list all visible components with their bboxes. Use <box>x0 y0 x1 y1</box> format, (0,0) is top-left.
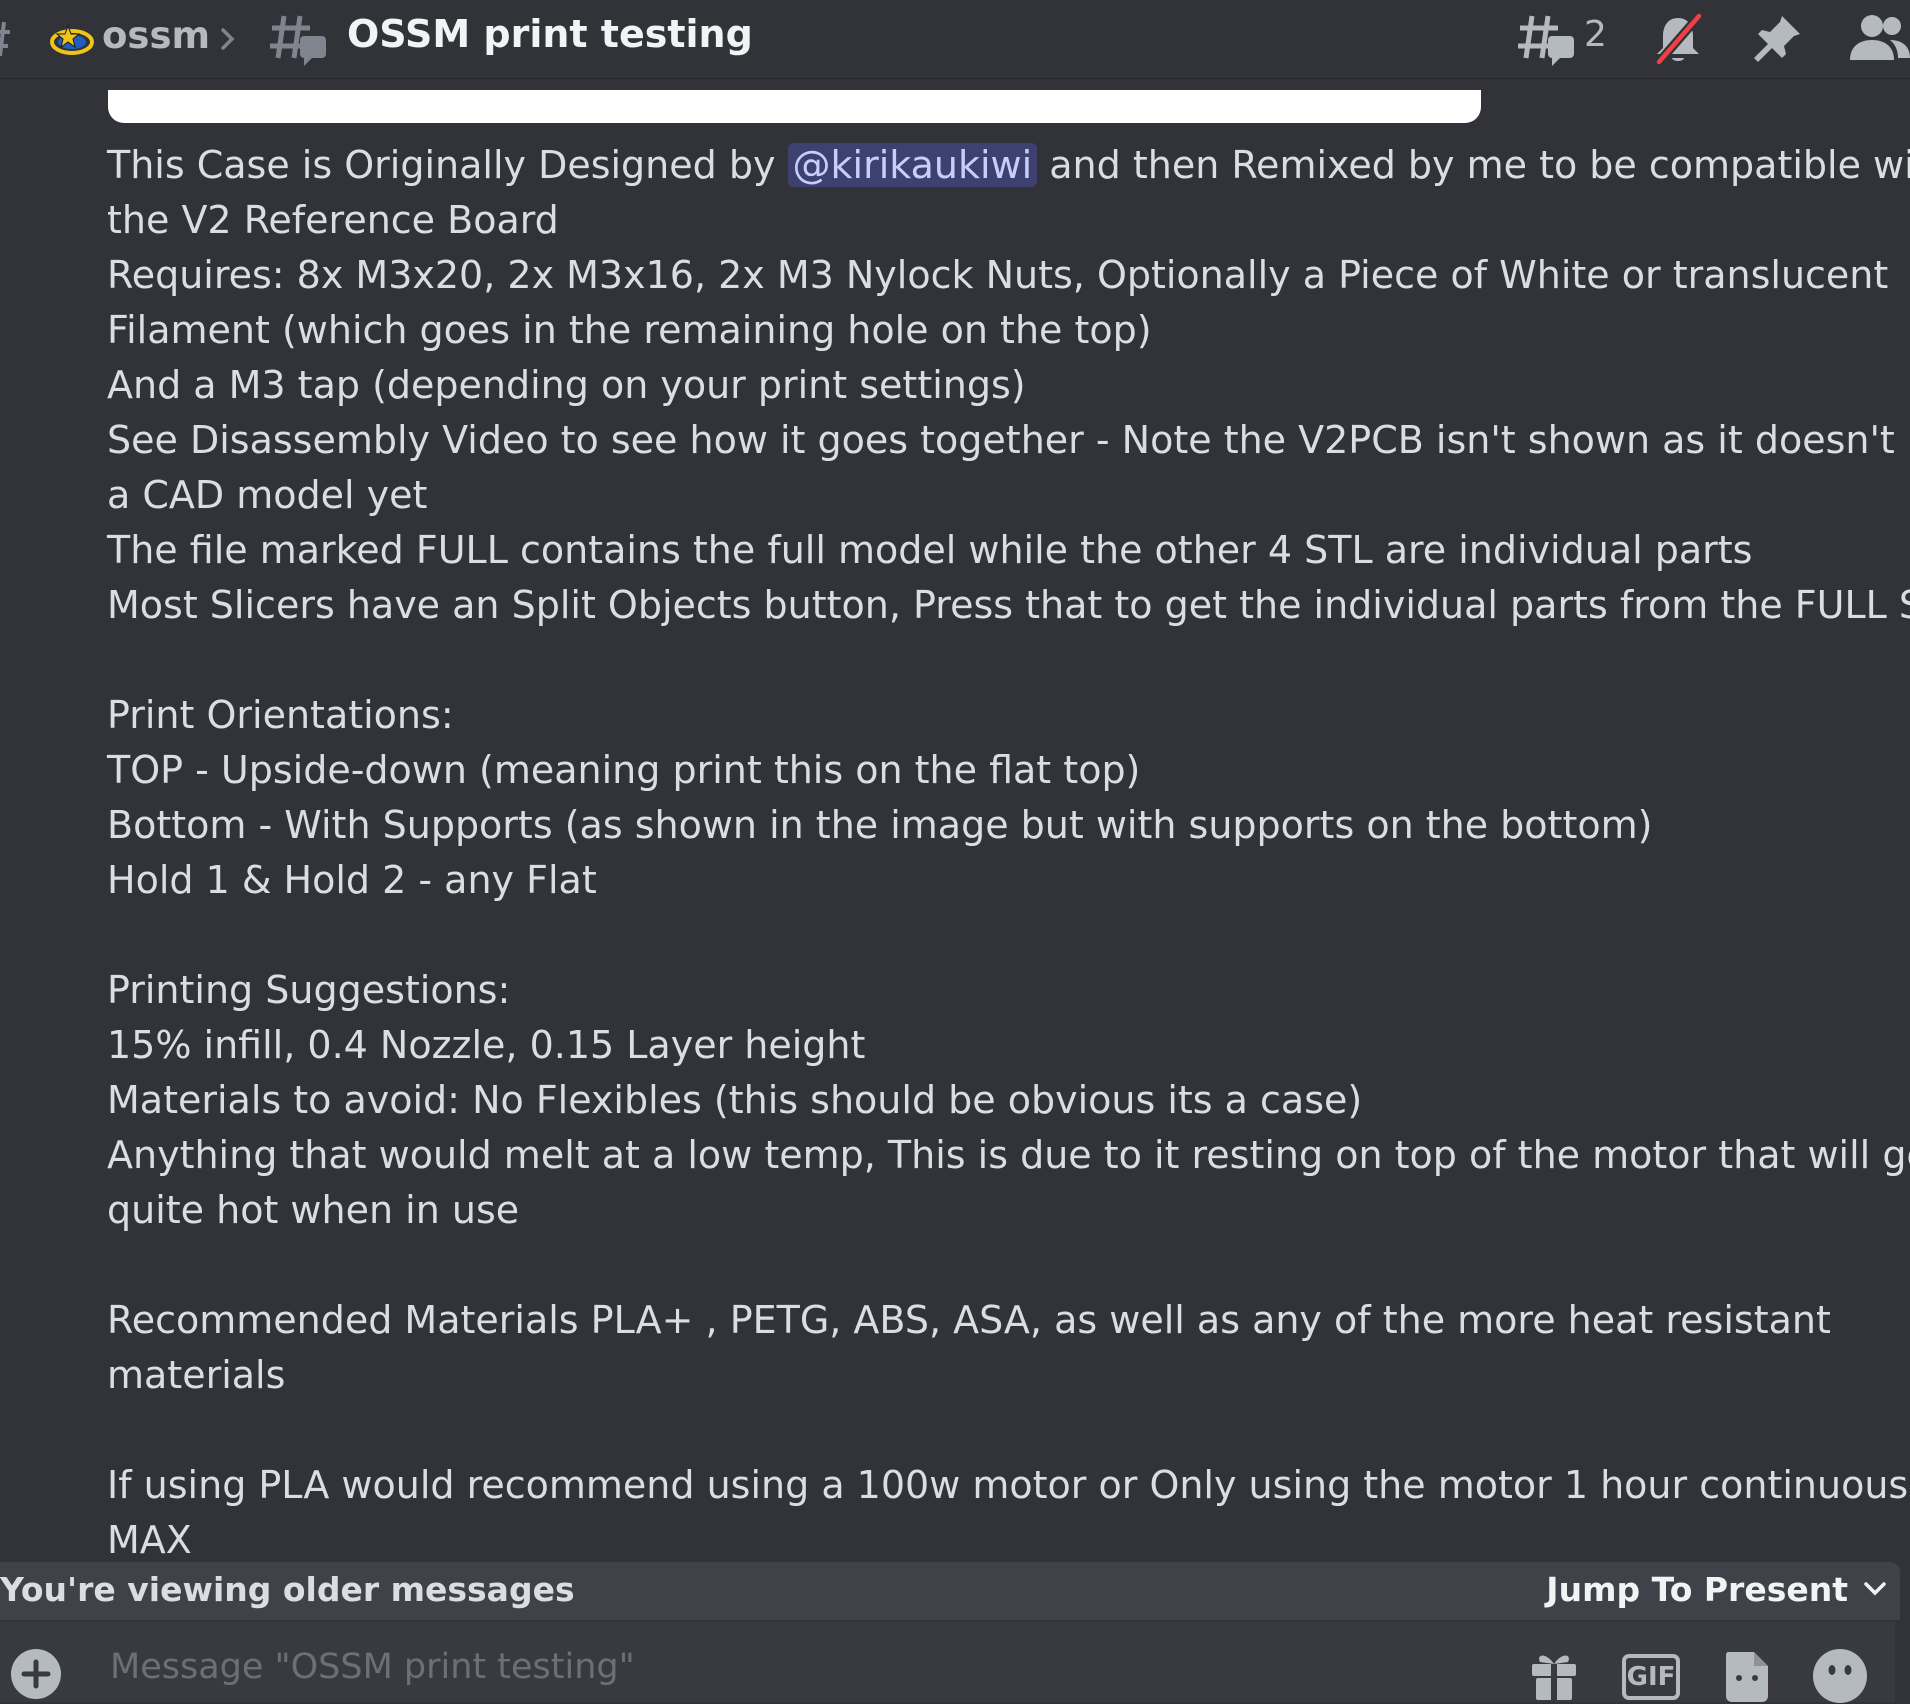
chevron-right-icon <box>221 28 235 50</box>
message-line: Requires: 8x M3x20, 2x M3x16, 2x M3 Nylo… <box>107 253 1889 297</box>
message-line: Materials to avoid: No Flexibles (this s… <box>107 1078 1363 1122</box>
channel-header: ossm OSSM print testing 2 <box>0 0 1910 78</box>
gift-icon[interactable] <box>1528 1648 1580 1700</box>
message-line: 15% infill, 0.4 Nozzle, 0.15 Layer heigh… <box>107 1023 866 1067</box>
channel-title: OSSM print testing <box>347 12 753 56</box>
thread-icon <box>270 15 326 66</box>
jump-to-present-button[interactable]: Jump To Present <box>1546 1570 1848 1609</box>
gif-button[interactable]: GIF <box>1622 1654 1680 1700</box>
sticker-icon[interactable] <box>1722 1648 1772 1702</box>
message-line: TOP - Upside-down (meaning print this on… <box>107 748 1141 792</box>
message-line: If using PLA would recommend using a 100… <box>107 1463 1910 1507</box>
message-line: MAX <box>107 1518 192 1562</box>
older-messages-text: You're viewing older messages <box>0 1570 575 1609</box>
bell-muted-icon[interactable] <box>1651 12 1705 66</box>
message-line: Hold 1 & Hold 2 - any Flat <box>107 858 597 902</box>
message-line: Bottom - With Supports (as shown in the … <box>107 803 1653 847</box>
emoji-icon[interactable] <box>1812 1648 1868 1704</box>
chevron-down-icon[interactable] <box>1860 1574 1890 1604</box>
threads-icon <box>1518 15 1574 66</box>
plus-circle-icon[interactable] <box>10 1648 62 1700</box>
message-line: Anything that would melt at a low temp, … <box>107 1133 1910 1177</box>
message-line: The file marked FULL contains the full m… <box>107 528 1753 572</box>
message-line: Print Orientations: <box>107 693 454 737</box>
message-text: This Case is Originally Designed by <box>107 143 788 187</box>
message-content: This Case is Originally Designed by @kir… <box>107 138 1910 1568</box>
user-mention[interactable]: @kirikaukiwi <box>787 143 1038 187</box>
members-icon[interactable] <box>1848 12 1910 66</box>
threads-count: 2 <box>1584 14 1607 55</box>
message-input[interactable] <box>108 1636 1412 1698</box>
message-line: the V2 Reference Board <box>107 198 559 242</box>
message-composer: GIF <box>0 1622 1895 1704</box>
message-line: See Disassembly Video to see how it goes… <box>107 418 1910 462</box>
message-line: Most Slicers have an Split Objects butto… <box>107 583 1910 627</box>
message-line: This Case is Originally Designed by @kir… <box>107 138 1910 193</box>
message-line: Printing Suggestions: <box>107 968 511 1012</box>
server-name[interactable]: ossm <box>102 14 210 57</box>
message-line: quite hot when in use <box>107 1188 520 1232</box>
message-line: materials <box>107 1353 286 1397</box>
message-line: And a M3 tap (depending on your print se… <box>107 363 1026 407</box>
message-line: Filament (which goes in the remaining ho… <box>107 308 1152 352</box>
message-line: a CAD model yet <box>107 473 428 517</box>
message-text: and then Remixed by me to be compatible … <box>1037 143 1910 187</box>
embed-preview <box>108 90 1481 123</box>
older-messages-bar: You're viewing older messages Jump To Pr… <box>0 1562 1900 1620</box>
pin-icon[interactable] <box>1752 12 1804 64</box>
server-logo-icon[interactable] <box>48 16 96 64</box>
message-line: Recommended Materials PLA+ , PETG, ABS, … <box>107 1298 1831 1342</box>
hash-icon <box>0 21 10 57</box>
